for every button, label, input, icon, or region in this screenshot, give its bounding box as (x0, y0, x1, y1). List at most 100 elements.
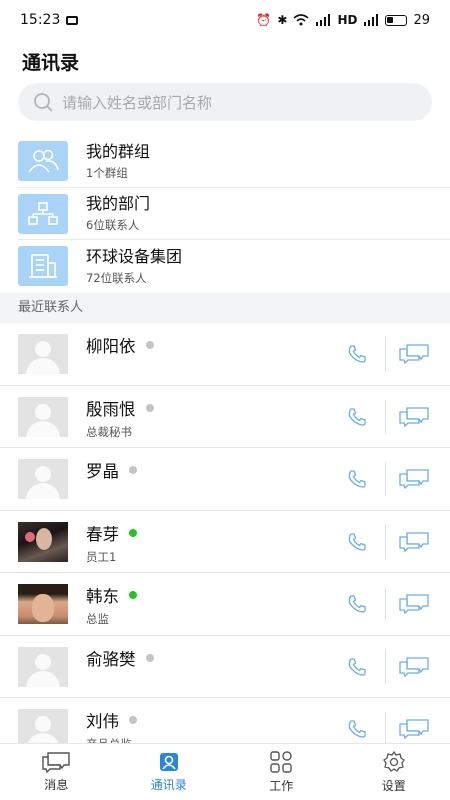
contact-row[interactable]: 春芽员工1 (0, 511, 450, 574)
divider (385, 337, 386, 372)
tab-settings[interactable]: 设置 (338, 744, 450, 800)
contact-name-row: 春芽 (86, 521, 137, 545)
group-text: 我的群组 1个群组 (86, 142, 150, 181)
search-input[interactable]: 请输入姓名或部门名称 (18, 83, 432, 121)
contact-title: 总裁秘书 (86, 424, 132, 439)
avatar[interactable] (18, 334, 68, 375)
contact-actions (345, 448, 430, 511)
group-text: 我的部门 6位联系人 (86, 194, 150, 233)
contact-row[interactable]: 刘伟产品总监 (0, 698, 450, 743)
contact-name: 柳阳依 (86, 337, 136, 357)
contacts-icon (159, 753, 178, 771)
message-icon[interactable] (398, 467, 430, 491)
message-icon[interactable] (398, 530, 430, 554)
message-icon[interactable] (398, 405, 430, 429)
contact-name-row: 殷雨恨 (86, 396, 154, 420)
signal-icon-2 (364, 14, 379, 26)
contact-title (86, 486, 137, 500)
contact-name: 韩东 (86, 587, 119, 607)
contact-name-row: 刘伟 (86, 708, 137, 732)
message-icon[interactable] (398, 342, 430, 366)
contact-text: 罗晶 (86, 458, 137, 500)
phone-icon[interactable] (345, 467, 369, 491)
phone-icon[interactable] (345, 342, 369, 366)
contact-name: 罗晶 (86, 462, 119, 482)
contact-text: 俞骆樊 (86, 646, 154, 688)
group-sub: 72位联系人 (86, 270, 147, 285)
contact-actions (345, 511, 430, 574)
presence-dot (129, 528, 137, 537)
avatar[interactable] (18, 646, 68, 687)
phone-icon[interactable] (345, 530, 369, 554)
presence-dot (129, 591, 137, 600)
contact-row[interactable]: 柳阳依 (0, 323, 450, 386)
contact-actions (345, 386, 430, 449)
presence-dot (145, 653, 154, 662)
phone-icon[interactable] (345, 592, 369, 616)
contact-row[interactable]: 俞骆樊 (0, 636, 450, 699)
search-placeholder: 请输入姓名或部门名称 (62, 93, 213, 112)
contact-title: 产品总监 (86, 736, 137, 743)
contact-row[interactable]: 殷雨恨 总裁秘书 (0, 386, 450, 449)
message-icon[interactable] (398, 592, 430, 616)
contact-title: 员工1 (86, 549, 117, 564)
divider (385, 649, 386, 684)
divider (385, 524, 386, 559)
group-title: 我的部门 (86, 194, 151, 214)
avatar[interactable] (18, 396, 68, 437)
group-item-my-groups[interactable]: 我的群组 1个群组 (0, 135, 450, 188)
avatar[interactable] (18, 459, 68, 500)
search-icon (34, 93, 53, 112)
bluetooth-icon: ✱ (277, 13, 288, 27)
battery-level: 29 (413, 12, 430, 28)
contact-name-row: 罗晶 (86, 458, 137, 482)
status-bar: 15:23 ⏰ ✱ HD 29 (0, 0, 450, 40)
contact-row[interactable]: 罗晶 (0, 448, 450, 511)
phone-icon[interactable] (345, 717, 369, 741)
tab-messages[interactable]: 消息 (0, 744, 113, 800)
contact-actions (345, 698, 430, 743)
contact-actions (345, 573, 430, 636)
group-sub: 1个群组 (86, 165, 128, 180)
avatar[interactable] (18, 584, 68, 625)
recent-contacts-header: 最近联系人 (0, 293, 450, 323)
contact-row[interactable]: 韩东 总监 (0, 573, 450, 636)
group-list: 我的群组 1个群组 我的部门 6位联系人 环球设备集团 72位联系人 (0, 135, 450, 293)
contact-title (86, 674, 154, 688)
wifi-icon (293, 14, 309, 26)
message-icon[interactable] (398, 655, 430, 679)
avatar[interactable] (18, 521, 68, 562)
contact-name: 刘伟 (86, 712, 119, 732)
avatar[interactable] (18, 709, 68, 743)
contact-list[interactable]: 柳阳依殷雨恨总裁秘书罗晶春芽员工1 韩东总监俞骆樊刘伟产品总监 (0, 323, 450, 743)
contact-name-row: 柳阳依 (86, 333, 154, 357)
signal-icon (316, 14, 331, 26)
alarm-icon: ⏰ (256, 13, 272, 27)
phone-icon[interactable] (345, 405, 369, 429)
tab-work[interactable]: 工作 (225, 744, 338, 800)
divider (385, 587, 386, 622)
contact-text: 刘伟产品总监 (86, 708, 137, 743)
message-icon[interactable] (398, 717, 430, 741)
status-right: ⏰ ✱ HD 29 (256, 13, 430, 28)
divider (385, 712, 386, 743)
tab-label: 工作 (269, 779, 294, 793)
tab-label: 通讯录 (150, 778, 187, 792)
phone-icon[interactable] (345, 655, 369, 679)
contact-name-row: 韩东 (86, 583, 137, 607)
group-item-my-department[interactable]: 我的部门 6位联系人 (0, 188, 450, 241)
group-title: 环球设备集团 (86, 246, 183, 266)
group-item-company[interactable]: 环球设备集团 72位联系人 (0, 240, 450, 293)
tab-label: 消息 (44, 778, 69, 792)
building-icon (18, 246, 68, 287)
status-left: 15:23 (20, 12, 79, 28)
battery-icon (385, 14, 408, 26)
group-text: 环球设备集团 72位联系人 (86, 247, 182, 286)
presence-dot (129, 716, 137, 725)
presence-dot (145, 341, 154, 350)
group-icon (18, 141, 68, 182)
divider (385, 399, 386, 434)
bottom-tab-bar: 消息 通讯录 工作 设置 (0, 743, 450, 800)
tab-contacts[interactable]: 通讯录 (113, 744, 226, 800)
network-type: HD (337, 13, 358, 27)
